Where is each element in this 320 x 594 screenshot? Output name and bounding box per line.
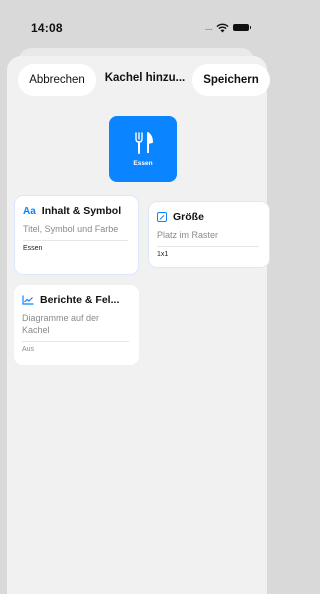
reports-card-title: Berichte & Fel...: [40, 294, 120, 306]
content-card-subtitle: Titel, Symbol und Farbe: [23, 224, 119, 234]
size-card-value: 1x1: [157, 251, 169, 258]
resize-icon: [157, 212, 167, 222]
chart-line-icon: [22, 295, 34, 305]
divider: [157, 246, 259, 247]
reports-card-value: Aus: [22, 346, 35, 353]
tile-preview[interactable]: Essen: [109, 116, 177, 182]
size-card-subtitle: Platz im Raster: [157, 230, 219, 240]
status-icons: ....: [204, 22, 251, 33]
content-symbol-card[interactable]: Aa Inhalt & Symbol Titel, Symbol und Far…: [14, 195, 139, 275]
content-card-title: Inhalt & Symbol: [41, 205, 122, 217]
fork-knife-icon: [135, 131, 153, 154]
content-card-value: Essen: [23, 245, 43, 252]
status-time: 14:08: [31, 21, 63, 35]
wifi-icon: [216, 23, 229, 32]
text-format-icon: Aa: [23, 205, 36, 217]
sheet-title: Kachel hinzu...: [104, 72, 186, 84]
size-card[interactable]: Größe Platz im Raster 1x1: [148, 201, 270, 268]
divider: [23, 240, 128, 241]
reports-card-subtitle: Diagramme auf der Kachel: [22, 313, 100, 335]
reports-fields-card[interactable]: Berichte & Fel... Diagramme auf der Kach…: [14, 285, 139, 365]
signal-dots: ....: [204, 22, 213, 33]
tile-label: Essen: [133, 159, 153, 167]
size-card-title: Größe: [173, 211, 204, 223]
divider: [22, 341, 129, 342]
cancel-button[interactable]: Abbrechen: [18, 64, 96, 96]
battery-icon: [233, 24, 251, 31]
save-button[interactable]: Speichern: [192, 64, 270, 96]
status-bar: 14:08 ....: [0, 0, 273, 44]
